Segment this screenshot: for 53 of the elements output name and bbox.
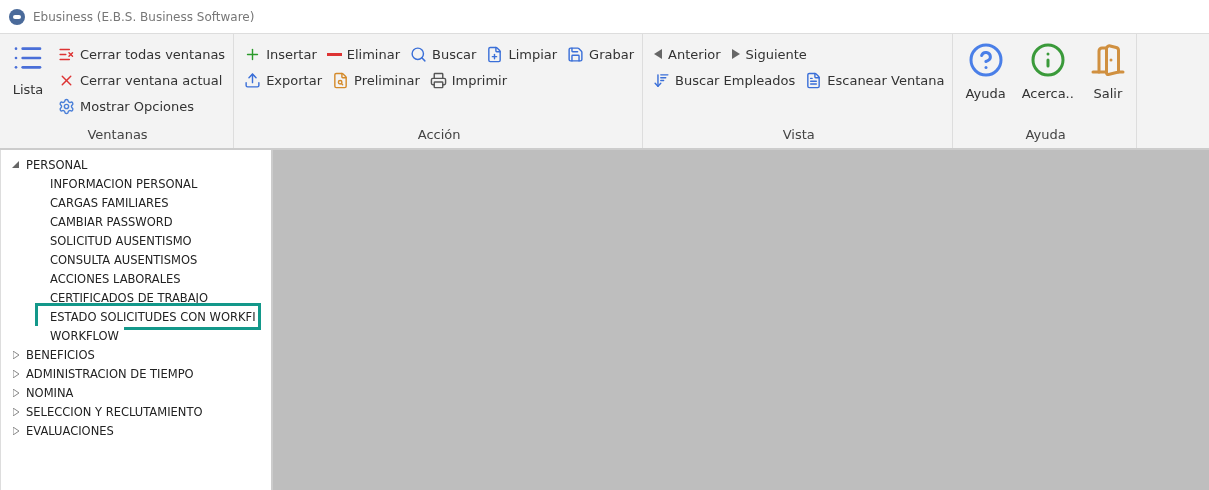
ribbon-large-button[interactable]: Ayuda [963,40,1008,120]
ribbon-large-button[interactable]: Salir [1087,40,1128,120]
save-icon [567,45,585,63]
document-icon [805,71,823,89]
tree-node[interactable]: SELECCION Y RECLUTAMIENTO [26,404,203,419]
tree-node[interactable]: NOMINA [26,385,74,400]
search-icon [410,45,427,63]
ribbon-button[interactable]: Preliminar [332,70,420,90]
printer-icon [429,71,447,89]
ribbon-button[interactable]: Cerrar todas ventanas [58,44,226,64]
file-plus-icon [486,45,504,63]
ribbon-button[interactable]: Buscar [410,44,477,64]
window-title: Ebusiness (E.B.S. Business Software) [33,9,255,24]
ribbon-button[interactable]: Cerrar ventana actual [58,70,223,90]
expand-icon[interactable] [11,426,20,435]
group-label: Ayuda [1024,125,1067,144]
ribbon-button[interactable]: Insertar [244,44,317,64]
tree-node[interactable]: ADMINISTRACION DE TIEMPO [26,366,194,381]
door-icon [1089,42,1126,78]
ribbon-button[interactable]: Mostrar Opciones [58,96,195,116]
ribbon-button[interactable]: Buscar Empleados [653,70,796,90]
app-icon [9,8,25,25]
group-label: Ventanas [86,125,149,144]
expand-icon[interactable] [11,369,20,378]
ribbon-button[interactable]: Limpiar [486,44,558,64]
group-label: Acción [416,125,462,144]
settings-icon [58,97,75,115]
ribbon-button[interactable]: Escanear Ventana [805,70,945,90]
ribbon-button[interactable]: Siguiente [730,44,807,64]
ribbon-button[interactable]: Anterior [653,44,721,64]
ribbon-button[interactable]: Grabar [567,44,635,64]
collapse-icon[interactable] [11,161,20,168]
upload-icon [244,71,262,89]
help-icon [967,42,1004,78]
ribbon-large-button[interactable]: Acerca.. [1019,40,1076,120]
tree-node[interactable]: BENEFICIOS [26,347,95,362]
info-icon [1029,42,1066,78]
tree-node[interactable]: EVALUACIONES [26,423,114,438]
ribbon-button[interactable]: Exportar [244,70,322,90]
expand-icon[interactable] [11,388,20,397]
ribbon-large-button[interactable]: Lista [10,40,46,120]
expand-icon[interactable] [11,407,20,416]
right-triangle-icon [730,48,741,60]
ribbon-button[interactable]: Eliminar [326,44,400,64]
document-icon [332,71,349,89]
ribbon-button[interactable]: Imprimir [429,70,508,90]
tree-node[interactable]: PERSONAL [26,157,88,172]
group-label: Vista [781,125,816,144]
left-triangle-icon [653,48,664,60]
expand-icon[interactable] [11,350,20,359]
sort-icon [653,71,671,89]
tree-item[interactable]: ESTADO SOLICITUDES CON WORKFI [35,303,261,330]
minus-icon [326,52,342,56]
